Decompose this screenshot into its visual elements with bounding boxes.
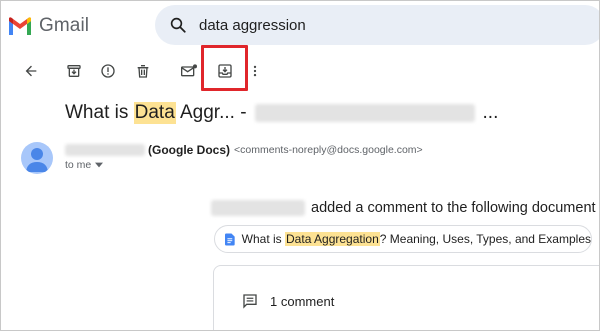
sender-name: (Google Docs) — [148, 143, 231, 157]
subject-prefix: What is — [65, 102, 134, 123]
arrow-left-icon — [25, 65, 37, 77]
comment-card: 1 comment — [213, 265, 599, 330]
archive-icon — [67, 65, 81, 77]
mark-unread-button[interactable] — [175, 57, 203, 85]
highlight-annotation-box — [201, 45, 248, 91]
subject-highlight: Data — [133, 102, 176, 124]
comment-count: 1 comment — [270, 293, 335, 309]
search-bar[interactable]: data aggression — [155, 5, 599, 45]
sender-avatar[interactable] — [21, 142, 53, 174]
delete-button[interactable] — [129, 57, 157, 85]
gmail-logo[interactable]: Gmail — [7, 15, 89, 37]
redacted-sender-name — [65, 144, 145, 156]
caret-down-icon — [95, 162, 104, 168]
redacted-commenter — [211, 200, 305, 216]
archive-button[interactable] — [60, 57, 88, 85]
subject-suffix: Aggr... - — [175, 102, 247, 123]
search-input[interactable]: data aggression — [199, 17, 306, 34]
report-icon — [101, 64, 115, 78]
comment-notification: added a comment to the following documen… — [211, 200, 596, 216]
app-name: Gmail — [39, 15, 90, 36]
doc-title-highlight: Data Aggregation — [285, 232, 380, 246]
back-button[interactable] — [17, 57, 45, 85]
comment-text: added a comment to the following documen… — [311, 200, 596, 216]
redacted-subject — [254, 104, 475, 122]
sender-info: (Google Docs) <comments-noreply@docs.goo… — [65, 143, 423, 157]
recipient-label: to me — [65, 159, 92, 171]
document-link-chip[interactable]: What is Data Aggregation ? Meaning, Uses… — [214, 225, 592, 253]
doc-title-prefix: What is — [241, 232, 286, 246]
more-vertical-icon — [253, 65, 257, 77]
search-icon[interactable] — [167, 14, 189, 36]
report-spam-button[interactable] — [94, 57, 122, 85]
message-toolbar — [1, 57, 599, 85]
subject-ellipsis: ... — [482, 102, 499, 123]
comment-icon — [243, 294, 257, 309]
gmail-window: Gmail data aggression What is Data Aggr.… — [0, 0, 600, 331]
recipient-toggle[interactable]: to me — [65, 159, 104, 171]
person-icon — [26, 148, 48, 172]
google-docs-icon — [225, 232, 235, 246]
email-subject: What is Data Aggr... - ... — [65, 102, 498, 124]
trash-icon — [137, 65, 149, 78]
doc-title-suffix: ? Meaning, Uses, Types, and Examples — [379, 232, 591, 246]
mail-unread-icon — [181, 64, 197, 77]
comment-count-row: 1 comment — [242, 293, 334, 309]
gmail-m-icon — [9, 17, 31, 35]
sender-email: <comments-noreply@docs.google.com> — [234, 144, 423, 156]
